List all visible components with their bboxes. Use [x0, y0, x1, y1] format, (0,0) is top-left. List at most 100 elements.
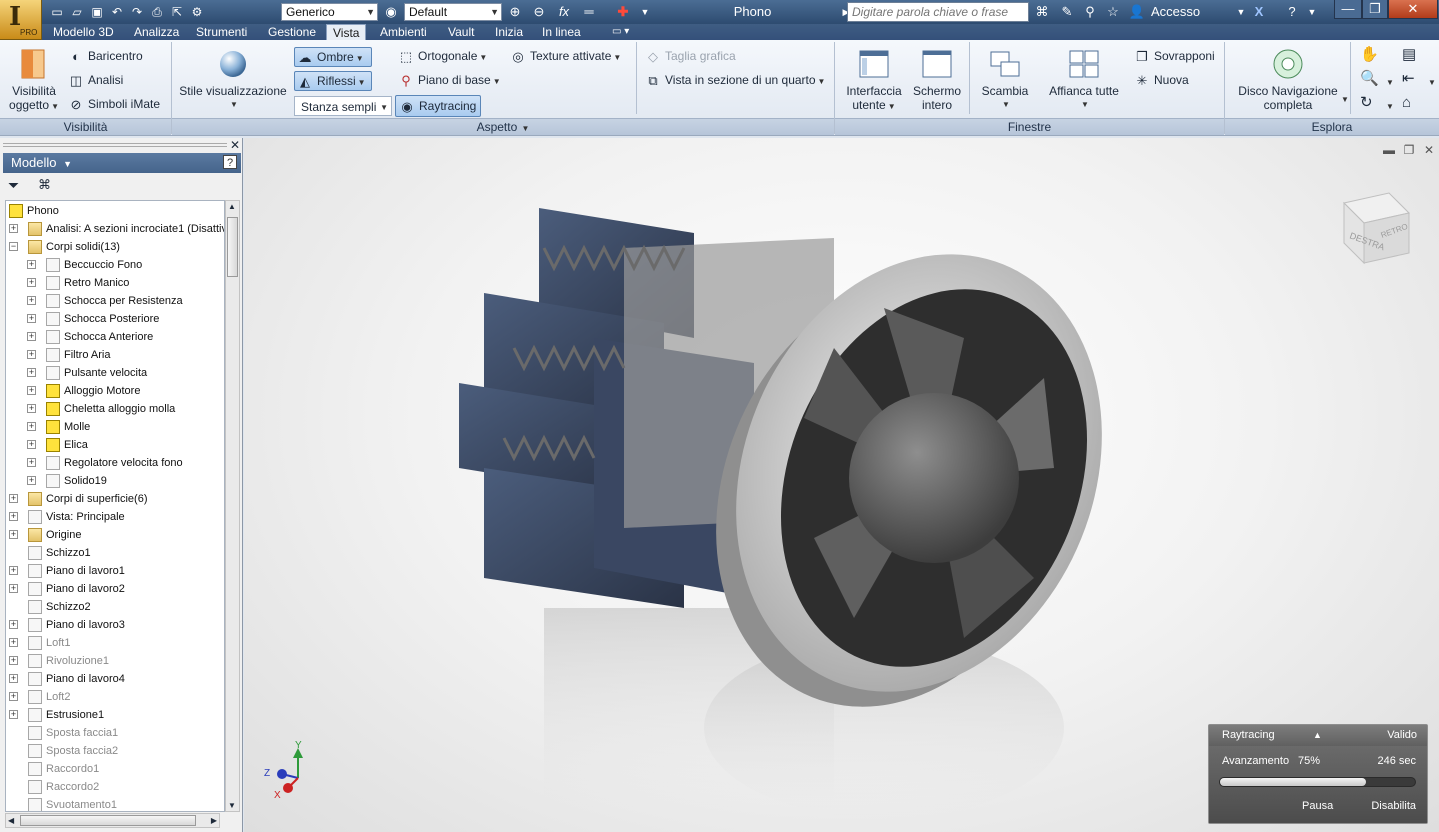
tab-strumenti[interactable]: Strumenti — [190, 24, 253, 40]
expand-icon[interactable]: + — [27, 314, 36, 323]
nuova-finestra-button[interactable]: ✳ Nuova — [1134, 73, 1189, 89]
expand-icon[interactable]: + — [9, 656, 18, 665]
tree-node[interactable]: + Piano di lavoro1 — [6, 562, 224, 580]
expand-icon[interactable]: + — [9, 494, 18, 503]
riflessi-toggle[interactable]: ◭ Riflessi ▼ — [294, 71, 372, 91]
appearance-selector[interactable]: Generico ▼ — [281, 3, 378, 21]
exchange-icon[interactable]: X — [1250, 3, 1268, 21]
scroll-up-icon[interactable]: ▲ — [228, 202, 236, 211]
tab-inizia[interactable]: Inizia — [489, 24, 529, 40]
expand-icon[interactable]: + — [9, 710, 18, 719]
color-wheel-icon[interactable]: ◉ — [382, 3, 400, 21]
tree-node[interactable]: + Beccuccio Fono — [6, 256, 224, 274]
disable-button[interactable]: Disabilita — [1371, 800, 1416, 812]
tree-node[interactable]: Phono — [6, 202, 224, 220]
expand-icon[interactable]: + — [9, 692, 18, 701]
disco-navigazione-button[interactable]: Disco Navigazione completa — [1232, 48, 1344, 112]
look-at-icon[interactable]: ▤ — [1402, 47, 1416, 62]
restore-button[interactable]: ❐ — [1362, 0, 1388, 19]
expand-icon[interactable]: + — [9, 638, 18, 647]
customize-chevron-icon[interactable]: ▼ — [636, 3, 654, 21]
expand-icon[interactable]: + — [9, 584, 18, 593]
expand-icon[interactable]: + — [27, 350, 36, 359]
tree-node[interactable]: + Origine — [6, 526, 224, 544]
tree-node[interactable]: Svuotamento1 — [6, 796, 224, 811]
satellite-icon[interactable]: ⚲ — [1081, 3, 1099, 21]
user-icon[interactable]: 👤 — [1128, 3, 1146, 21]
tree-horizontal-scrollbar[interactable]: ◀ ▶ — [5, 813, 220, 828]
help-icon[interactable]: ? — [223, 155, 237, 169]
collapse-icon[interactable]: − — [9, 242, 18, 251]
star-icon[interactable]: ☆ — [1104, 3, 1122, 21]
tab-gestione[interactable]: Gestione — [262, 24, 322, 40]
baricentro-button[interactable]: ◐ Baricentro — [68, 49, 143, 65]
texture-attivate-button[interactable]: ◎ Texture attivate ▼ — [510, 49, 621, 65]
filter-icon[interactable]: ⏷ — [8, 177, 19, 194]
tree-node[interactable]: + Retro Manico — [6, 274, 224, 292]
orbit-icon[interactable]: ↻ — [1360, 95, 1373, 110]
chevron-down-icon[interactable]: ▼ — [1232, 3, 1250, 21]
tab-modello-3d[interactable]: Modello 3D — [47, 24, 120, 40]
tree-node[interactable]: + Regolatore velocita fono — [6, 454, 224, 472]
panel-aspetto-footer[interactable]: Aspetto ▼ — [172, 118, 834, 135]
tree-node[interactable]: + Schocca Anteriore — [6, 328, 224, 346]
application-menu-button[interactable]: I PRO — [0, 0, 42, 40]
ribbon-toggle-icon[interactable]: ▭ ▾ — [606, 24, 635, 40]
analisi-button[interactable]: ◫ Analisi — [68, 73, 124, 89]
interfaccia-utente-button[interactable]: Interfaccia utente ▼ — [842, 48, 906, 114]
chevron-down-icon[interactable]: ▼ — [1386, 76, 1394, 90]
viewcube[interactable]: DESTRA RETRO — [1343, 192, 1410, 265]
expand-icon[interactable]: + — [27, 440, 36, 449]
tree-node[interactable]: + Estrusione1 — [6, 706, 224, 724]
open-folder-icon[interactable]: ▱ — [68, 3, 86, 21]
new-file-icon[interactable]: ▭ — [48, 3, 66, 21]
expand-icon[interactable]: + — [27, 260, 36, 269]
vista-sezione-button[interactable]: ⧉ Vista in sezione di un quarto ▼ — [645, 73, 825, 89]
undo-icon[interactable]: ↶ — [108, 3, 126, 21]
expand-icon[interactable]: + — [27, 422, 36, 431]
parameters-icon[interactable]: fx — [555, 3, 573, 21]
tree-node[interactable]: + Solido19 — [6, 472, 224, 490]
raytracing-toggle[interactable]: ◉ Raytracing — [395, 95, 481, 117]
expand-icon[interactable]: + — [9, 674, 18, 683]
expand-icon[interactable]: + — [9, 530, 18, 539]
minimize-button[interactable]: — — [1334, 0, 1362, 19]
expand-icon[interactable]: + — [9, 224, 18, 233]
expand-icon[interactable]: + — [27, 332, 36, 341]
tree-node[interactable]: + Piano di lavoro3 — [6, 616, 224, 634]
help-icon[interactable]: ? — [1283, 3, 1301, 21]
tree-node[interactable]: + Piano di lavoro2 — [6, 580, 224, 598]
tree-node[interactable]: + Pulsante velocita — [6, 364, 224, 382]
scroll-thumb[interactable] — [227, 217, 238, 277]
piano-di-base-button[interactable]: ⚲ Piano di base ▼ — [398, 73, 500, 89]
tree-node[interactable]: + Loft2 — [6, 688, 224, 706]
chevron-down-icon[interactable]: ▼ — [1303, 3, 1321, 21]
expand-icon[interactable]: + — [27, 296, 36, 305]
expand-icon[interactable]: + — [27, 278, 36, 287]
measure-icon[interactable]: ═ — [580, 3, 598, 21]
expand-icon[interactable]: + — [27, 458, 36, 467]
tab-vista[interactable]: Vista — [326, 24, 367, 40]
tree-node[interactable]: + Molle — [6, 418, 224, 436]
tree-node[interactable]: + Piano di lavoro4 — [6, 670, 224, 688]
browser-grip[interactable] — [3, 143, 227, 147]
zoom-in-icon[interactable]: ⊕ — [506, 3, 524, 21]
tree-node[interactable]: + Cheletta alloggio molla — [6, 400, 224, 418]
tree-node[interactable]: + Elica — [6, 436, 224, 454]
redo-icon[interactable]: ↷ — [128, 3, 146, 21]
scambia-button[interactable]: Scambia ▼ — [976, 48, 1034, 112]
expand-icon[interactable]: + — [27, 404, 36, 413]
tab-vault[interactable]: Vault — [442, 24, 480, 40]
pan-hand-icon[interactable]: ✋ — [1360, 47, 1379, 62]
sign-in-link[interactable]: Accesso — [1151, 3, 1200, 21]
tree-node[interactable]: + Loft1 — [6, 634, 224, 652]
tab-ambienti[interactable]: Ambienti — [374, 24, 433, 40]
home-view-icon[interactable]: ⌂ — [1402, 95, 1411, 110]
material-selector[interactable]: Default ▼ — [404, 3, 502, 21]
save-icon[interactable]: ▣ — [88, 3, 106, 21]
scroll-down-icon[interactable]: ▼ — [228, 801, 236, 810]
wrench-icon[interactable]: ✎ — [1058, 3, 1076, 21]
crosshair-icon[interactable]: ✚ — [614, 3, 632, 21]
tree-node[interactable]: + Alloggio Motore — [6, 382, 224, 400]
browser-header[interactable]: Modello ▼ ? — [3, 153, 241, 173]
